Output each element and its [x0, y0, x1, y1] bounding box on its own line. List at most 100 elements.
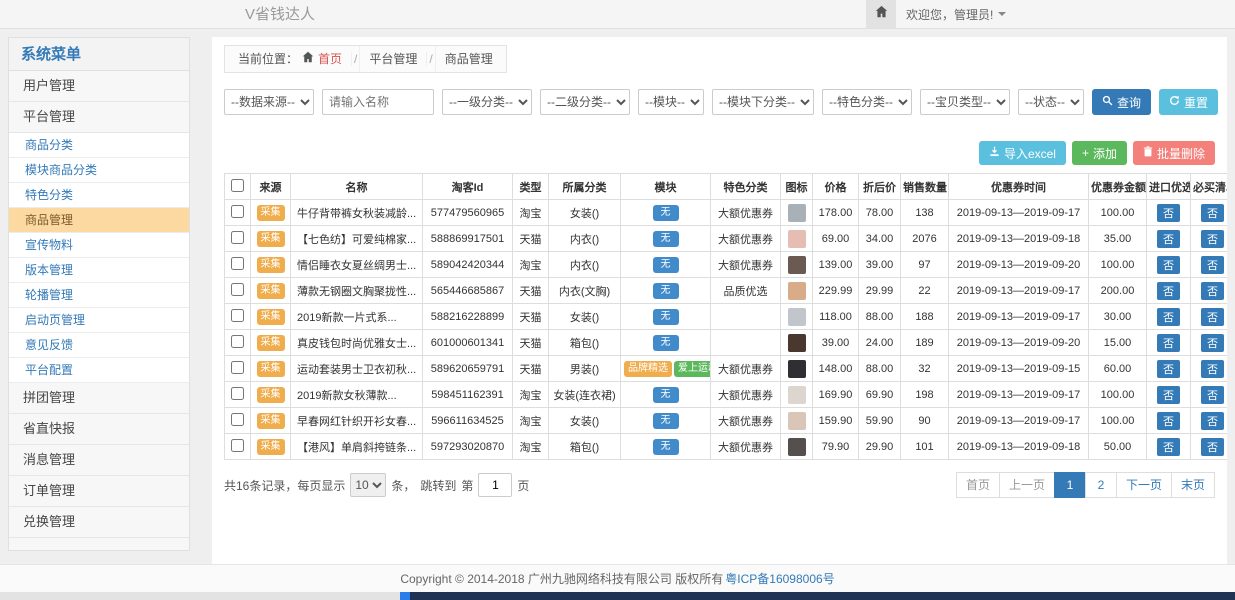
- must-buy-toggle[interactable]: 否: [1201, 386, 1224, 404]
- breadcrumb-item[interactable]: 平台管理: [359, 46, 426, 72]
- must-buy-toggle[interactable]: 否: [1201, 412, 1224, 430]
- import-select-toggle[interactable]: 否: [1157, 334, 1180, 352]
- must-buy-toggle[interactable]: 否: [1201, 230, 1224, 248]
- filter-module-subcategory[interactable]: --模块下分类--: [712, 89, 814, 115]
- import-icon: [989, 146, 1000, 160]
- name-search-input[interactable]: [322, 89, 434, 115]
- filter-feature-category[interactable]: --特色分类--: [822, 89, 912, 115]
- select-all-checkbox[interactable]: [231, 179, 244, 192]
- filter-data-source[interactable]: --数据来源--: [224, 89, 314, 115]
- must-buy-toggle[interactable]: 否: [1201, 204, 1224, 222]
- filter-status[interactable]: --状态--: [1018, 89, 1084, 115]
- product-type: 天猫: [513, 304, 549, 330]
- reset-button[interactable]: 重置: [1159, 89, 1218, 115]
- add-button[interactable]: + 添加: [1072, 141, 1127, 165]
- home-button[interactable]: [866, 0, 896, 28]
- must-buy-toggle[interactable]: 否: [1201, 438, 1224, 456]
- must-buy-toggle[interactable]: 否: [1201, 360, 1224, 378]
- import-select-cell: 否: [1147, 408, 1191, 434]
- main-content: 当前位置： 首页 / 平台管理 / 商品管理 --数据来源-- --一级分类--…: [212, 37, 1227, 564]
- page-button[interactable]: 2: [1085, 472, 1117, 498]
- table-row: 采集 早春网红针织开衫女春... 596611634525 淘宝 女装() 无 …: [225, 408, 1228, 434]
- breadcrumb-separator: /: [351, 52, 359, 66]
- row-checkbox[interactable]: [231, 335, 244, 348]
- page-button[interactable]: 首页: [956, 472, 1000, 498]
- import-select-toggle[interactable]: 否: [1157, 204, 1180, 222]
- sidebar-item[interactable]: 订单管理: [9, 476, 189, 507]
- row-checkbox[interactable]: [231, 361, 244, 374]
- filter-level1-category[interactable]: --一级分类--: [442, 89, 532, 115]
- product-name: 【七色纺】可爱纯棉家...: [291, 226, 423, 252]
- sidebar-subitem[interactable]: 平台配置: [9, 358, 189, 383]
- sidebar-item[interactable]: 省直快报: [9, 414, 189, 445]
- filter-module[interactable]: --模块--: [638, 89, 704, 115]
- source-cell: 采集: [251, 200, 291, 226]
- row-checkbox[interactable]: [231, 439, 244, 452]
- import-select-toggle[interactable]: 否: [1157, 308, 1180, 326]
- import-select-toggle[interactable]: 否: [1157, 230, 1180, 248]
- must-buy-toggle[interactable]: 否: [1201, 334, 1224, 352]
- sidebar-item[interactable]: 消息管理: [9, 445, 189, 476]
- page-button[interactable]: 1: [1054, 472, 1086, 498]
- sales-count: 2076: [901, 226, 949, 252]
- search-button[interactable]: 查询: [1092, 89, 1151, 115]
- sidebar-item[interactable]: 兑换管理: [9, 507, 189, 538]
- breadcrumb-prefix: 当前位置：: [238, 46, 298, 72]
- import-select-toggle[interactable]: 否: [1157, 438, 1180, 456]
- product-name: 情侣睡衣女夏丝绸男士...: [291, 252, 423, 278]
- row-checkbox[interactable]: [231, 283, 244, 296]
- import-excel-button[interactable]: 导入excel: [979, 141, 1066, 165]
- row-checkbox[interactable]: [231, 387, 244, 400]
- import-select-toggle[interactable]: 否: [1157, 412, 1180, 430]
- table-toolbar: 导入excel + 添加 批量删除: [224, 141, 1215, 165]
- import-select-toggle[interactable]: 否: [1157, 386, 1180, 404]
- sales-count: 22: [901, 278, 949, 304]
- sidebar-subitem[interactable]: 模块商品分类: [9, 158, 189, 183]
- row-checkbox[interactable]: [231, 309, 244, 322]
- sidebar-subitem[interactable]: 启动页管理: [9, 308, 189, 333]
- row-checkbox[interactable]: [231, 205, 244, 218]
- sidebar-subitem[interactable]: 商品分类: [9, 133, 189, 158]
- user-menu[interactable]: 欢迎您，管理员!: [896, 0, 1016, 28]
- jump-page-input[interactable]: [478, 473, 512, 497]
- must-buy-cell: 否: [1191, 226, 1228, 252]
- must-buy-toggle[interactable]: 否: [1201, 256, 1224, 274]
- welcome-text: 欢迎您，管理员!: [906, 6, 993, 23]
- must-buy-toggle[interactable]: 否: [1201, 308, 1224, 326]
- page-button[interactable]: 末页: [1171, 472, 1215, 498]
- product-category: 女装(连衣裙): [549, 382, 621, 408]
- sidebar-title: 系统菜单: [9, 38, 189, 71]
- sidebar-subitem[interactable]: 商品管理: [9, 208, 189, 233]
- breadcrumb-home-link[interactable]: 首页: [318, 46, 342, 72]
- sales-count: 188: [901, 304, 949, 330]
- row-checkbox[interactable]: [231, 257, 244, 270]
- row-checkbox[interactable]: [231, 231, 244, 244]
- icp-link[interactable]: 粤ICP备16098006号: [725, 570, 834, 587]
- discount-price: 88.00: [859, 304, 901, 330]
- home-icon: [302, 46, 314, 72]
- sidebar-item[interactable]: 用户管理: [9, 71, 189, 102]
- sidebar-subitem[interactable]: 特色分类: [9, 183, 189, 208]
- sidebar-subitem[interactable]: 宣传物料: [9, 233, 189, 258]
- filter-item-type[interactable]: --宝贝类型--: [920, 89, 1010, 115]
- row-checkbox[interactable]: [231, 413, 244, 426]
- import-select-toggle[interactable]: 否: [1157, 256, 1180, 274]
- page-button[interactable]: 下一页: [1116, 472, 1172, 498]
- checkbox-cell: [225, 304, 251, 330]
- batch-delete-button[interactable]: 批量删除: [1133, 141, 1215, 165]
- sidebar-item[interactable]: 拼团管理: [9, 383, 189, 414]
- sidebar-subitem[interactable]: 轮播管理: [9, 283, 189, 308]
- import-select-toggle[interactable]: 否: [1157, 282, 1180, 300]
- import-select-cell: 否: [1147, 200, 1191, 226]
- import-select-toggle[interactable]: 否: [1157, 360, 1180, 378]
- sidebar-subitem[interactable]: 版本管理: [9, 258, 189, 283]
- source-badge: 采集: [257, 231, 285, 247]
- thumbnail-cell: [781, 226, 813, 252]
- search-icon: [1102, 95, 1113, 109]
- sidebar-item[interactable]: 平台管理: [9, 102, 189, 133]
- filter-level2-category[interactable]: --二级分类--: [540, 89, 630, 115]
- sidebar-subitem[interactable]: 意见反馈: [9, 333, 189, 358]
- must-buy-toggle[interactable]: 否: [1201, 282, 1224, 300]
- page-size-select[interactable]: 10: [350, 473, 386, 497]
- page-button[interactable]: 上一页: [999, 472, 1055, 498]
